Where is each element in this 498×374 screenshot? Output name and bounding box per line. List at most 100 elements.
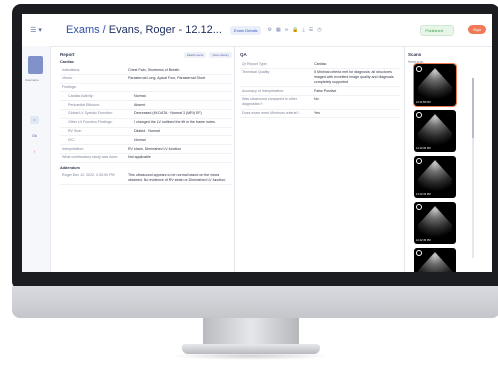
- play-icon[interactable]: [416, 66, 422, 72]
- monitor-chin: [12, 286, 498, 318]
- column-divider: [234, 46, 235, 272]
- lock-icon[interactable]: 🔒: [292, 27, 298, 33]
- qa-rows: Qr Report Type: Cardiac Technical Quality:…: [240, 60, 400, 119]
- report-panel: Report Attachments View History Cardiac …: [60, 52, 232, 272]
- qa-field-label: Technical Quality:: [242, 70, 271, 75]
- left-nav: Username ⌂ Ok !: [22, 46, 51, 272]
- breadcrumb-exams[interactable]: Exams: [66, 24, 100, 36]
- addendum-text: This ultrasound appears to be normal bas…: [128, 173, 227, 183]
- scan-thumbnail[interactable]: 12:12:33 PM: [414, 156, 456, 198]
- avatar-label: Username: [25, 78, 39, 82]
- scans-scrollbar[interactable]: [472, 78, 474, 258]
- addendum-row: Roger Dec 12, 2022, 2:30:00 PM This ultr…: [60, 172, 232, 186]
- breadcrumb-separator: /: [99, 24, 109, 36]
- menu-icon[interactable]: ☰ ▾: [22, 26, 50, 34]
- scan-thumbnail[interactable]: [414, 248, 456, 272]
- play-icon[interactable]: [416, 158, 422, 164]
- play-icon[interactable]: [416, 204, 422, 210]
- ultrasound-image: [418, 160, 452, 194]
- qa-field-label: Accuracy of Interpretation:: [242, 88, 284, 93]
- qa-field-value: 5 Minimal criteria met for diagnosis; al…: [314, 70, 394, 84]
- scan-timestamp: 12:11:55 PM: [416, 101, 431, 104]
- report-row: IVC: Normal: [60, 136, 232, 146]
- report-field-value: Dilated · Normal: [134, 129, 160, 134]
- report-row: Views: Parasternal Long, Apical Four, Par…: [60, 75, 232, 84]
- report-field-value: Absent: [134, 102, 146, 107]
- report-row: Findings:: [60, 84, 232, 93]
- qa-field-value: Yes: [314, 111, 320, 116]
- report-rows: Indications: Chest Pain, Shortness of Bre…: [60, 66, 232, 163]
- attachments-button[interactable]: Attachments: [183, 52, 207, 58]
- report-row: Global LV Systolic Function: Decreased (M…: [60, 110, 232, 119]
- report-field-value: I changed the LV outlined the tilt in th…: [134, 120, 216, 125]
- qa-row: Qr Report Type: Cardiac: [240, 60, 400, 69]
- report-field-value: Normal: [134, 93, 146, 98]
- ultrasound-image: [418, 206, 452, 240]
- scan-thumbnail[interactable]: 12:12:05 PM: [414, 110, 456, 152]
- ultrasound-image: [418, 252, 452, 272]
- report-field-value: Chest Pain, Shortness of Breath: [128, 67, 180, 72]
- scan-timestamp: 12:12:45 PM: [416, 239, 431, 242]
- report-field-label: Cardiac Activity:: [68, 93, 94, 98]
- play-icon[interactable]: [416, 250, 422, 256]
- qa-row: Accuracy of Interpretation: False Positiv…: [240, 87, 400, 96]
- report-row: Other LV Function Findings: I changed the…: [60, 119, 232, 128]
- scan-thumbnail[interactable]: 12:12:45 PM: [414, 202, 456, 244]
- scrollbar-thumb[interactable]: [472, 78, 474, 138]
- scan-timestamp: 12:12:33 PM: [416, 193, 431, 196]
- report-row: RV Size: Dilated · Normal: [60, 128, 232, 137]
- report-row: Pericardial Effusion: Absent: [60, 101, 232, 110]
- report-field-value: RV strain, Diminished LV function: [128, 146, 182, 151]
- report-field-label: IVC:: [68, 137, 75, 142]
- app-screen: ☰ ▾ Exams / Evans, Roger - 12.12... Exam…: [22, 14, 492, 272]
- report-field-label: Global LV Systolic Function:: [68, 111, 113, 116]
- qa-field-value: Cardiac: [314, 61, 327, 66]
- qa-title: QA: [240, 52, 247, 57]
- report-row: Interpretation: RV strain, Diminished LV …: [60, 145, 232, 154]
- list-icon[interactable]: ☰: [309, 27, 313, 33]
- addendum-author: Roger Dec 12, 2022, 2:30:00 PM: [62, 173, 115, 178]
- scan-timestamp: 12:12:05 PM: [416, 147, 431, 150]
- report-field-label: Other LV Function Findings:: [68, 120, 113, 125]
- page-title: Exams / Evans, Roger - 12.12...: [66, 24, 222, 36]
- report-field-value: Not applicable: [128, 155, 151, 160]
- history-icon[interactable]: ◷: [317, 27, 321, 33]
- report-field-label: Indications:: [62, 67, 81, 72]
- scans-panel: Scans Heart scan 12:11:55 PM 12:12:05 PM 1…: [408, 52, 492, 272]
- qa-row: Does exam meet Minimum criteria?: Yes: [240, 110, 400, 119]
- qa-field-label: Does exam meet Minimum criteria?:: [242, 111, 300, 116]
- qa-row: Was ultrasound compared to other diagnos…: [240, 96, 400, 110]
- scans-title: Scans: [408, 52, 422, 57]
- qa-field-label: Qr Report Type:: [242, 61, 268, 66]
- scan-thumbnail[interactable]: 12:11:55 PM: [413, 63, 457, 107]
- home-icon[interactable]: ⌂: [30, 116, 39, 124]
- alert-icon[interactable]: !: [30, 148, 39, 156]
- column-divider: [404, 46, 405, 272]
- report-field-value: Normal: [134, 137, 146, 142]
- qa-row: Technical Quality: 5 Minimal criteria met…: [240, 69, 400, 88]
- report-field-label: Findings:: [62, 85, 77, 90]
- toolbar-icons: ⚙ ▦ ∞ 🔒 ⤓ ☰ ◷: [267, 27, 321, 33]
- ultrasound-image: [418, 68, 452, 102]
- qa-panel: QA Qr Report Type: Cardiac Technical Quali…: [240, 52, 400, 272]
- avatar[interactable]: [28, 56, 43, 74]
- link-icon[interactable]: ∞: [285, 27, 289, 33]
- sign-button[interactable]: Sign: [467, 25, 486, 34]
- report-field-label: Views:: [62, 76, 73, 81]
- download-icon[interactable]: ⤓: [303, 27, 305, 33]
- exam-details-button[interactable]: Exam Details: [229, 25, 262, 35]
- status-dropdown[interactable]: Published: [420, 25, 454, 36]
- report-row: Indications: Chest Pain, Shortness of Bre…: [60, 66, 232, 75]
- report-row: Cardiac Activity: Normal: [60, 92, 232, 102]
- qa-field-value: No: [314, 97, 319, 102]
- settings-icon[interactable]: ⚙: [267, 27, 271, 33]
- report-row: What confirmatory study was done: Not app…: [60, 154, 232, 163]
- monitor-stand-base: [182, 344, 320, 354]
- report-field-label: RV Size:: [68, 129, 82, 134]
- report-field-value: [128, 85, 232, 90]
- play-icon[interactable]: [416, 112, 422, 118]
- grid-icon[interactable]: ▦: [276, 27, 281, 33]
- ok-icon[interactable]: Ok: [30, 132, 39, 140]
- qa-field-label: Was ultrasound compared to other diagnos…: [242, 97, 297, 107]
- view-history-button[interactable]: View History: [209, 52, 232, 58]
